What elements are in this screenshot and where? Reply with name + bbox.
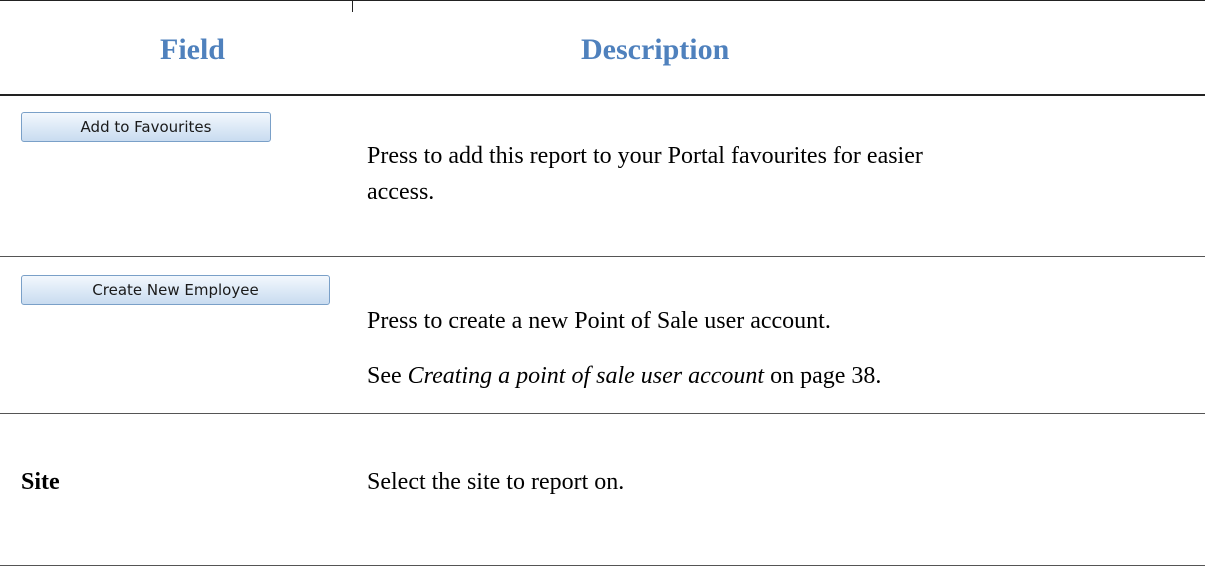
table-row-add-to-favourites: Add to Favourites Press to add this repo…	[0, 96, 1205, 257]
see-suffix: on page 38.	[764, 363, 882, 389]
row-description: Press to create a new Point of Sale user…	[367, 308, 831, 334]
description-line-1: Press to add this report to your Portal …	[367, 143, 923, 169]
table-row-site: Site Select the site to report on.	[0, 414, 1205, 566]
header-description: Description	[581, 33, 730, 66]
table-row-create-new-employee: Create New Employee Press to create a ne…	[0, 257, 1205, 414]
see-prefix: See	[367, 363, 408, 389]
table-header: Field Description	[0, 0, 1205, 96]
description-line-2: access.	[367, 179, 435, 205]
field-name-site: Site	[21, 469, 60, 495]
see-also-reference: See Creating a point of sale user accoun…	[367, 358, 1167, 394]
row-description: Press to add this report to your Portal …	[367, 138, 1167, 210]
add-to-favourites-button[interactable]: Add to Favourites	[21, 112, 271, 142]
header-field: Field	[160, 33, 225, 66]
create-new-employee-button[interactable]: Create New Employee	[21, 275, 330, 305]
row-description: Select the site to report on.	[367, 469, 625, 495]
cross-reference-link[interactable]: Creating a point of sale user account	[408, 363, 764, 389]
